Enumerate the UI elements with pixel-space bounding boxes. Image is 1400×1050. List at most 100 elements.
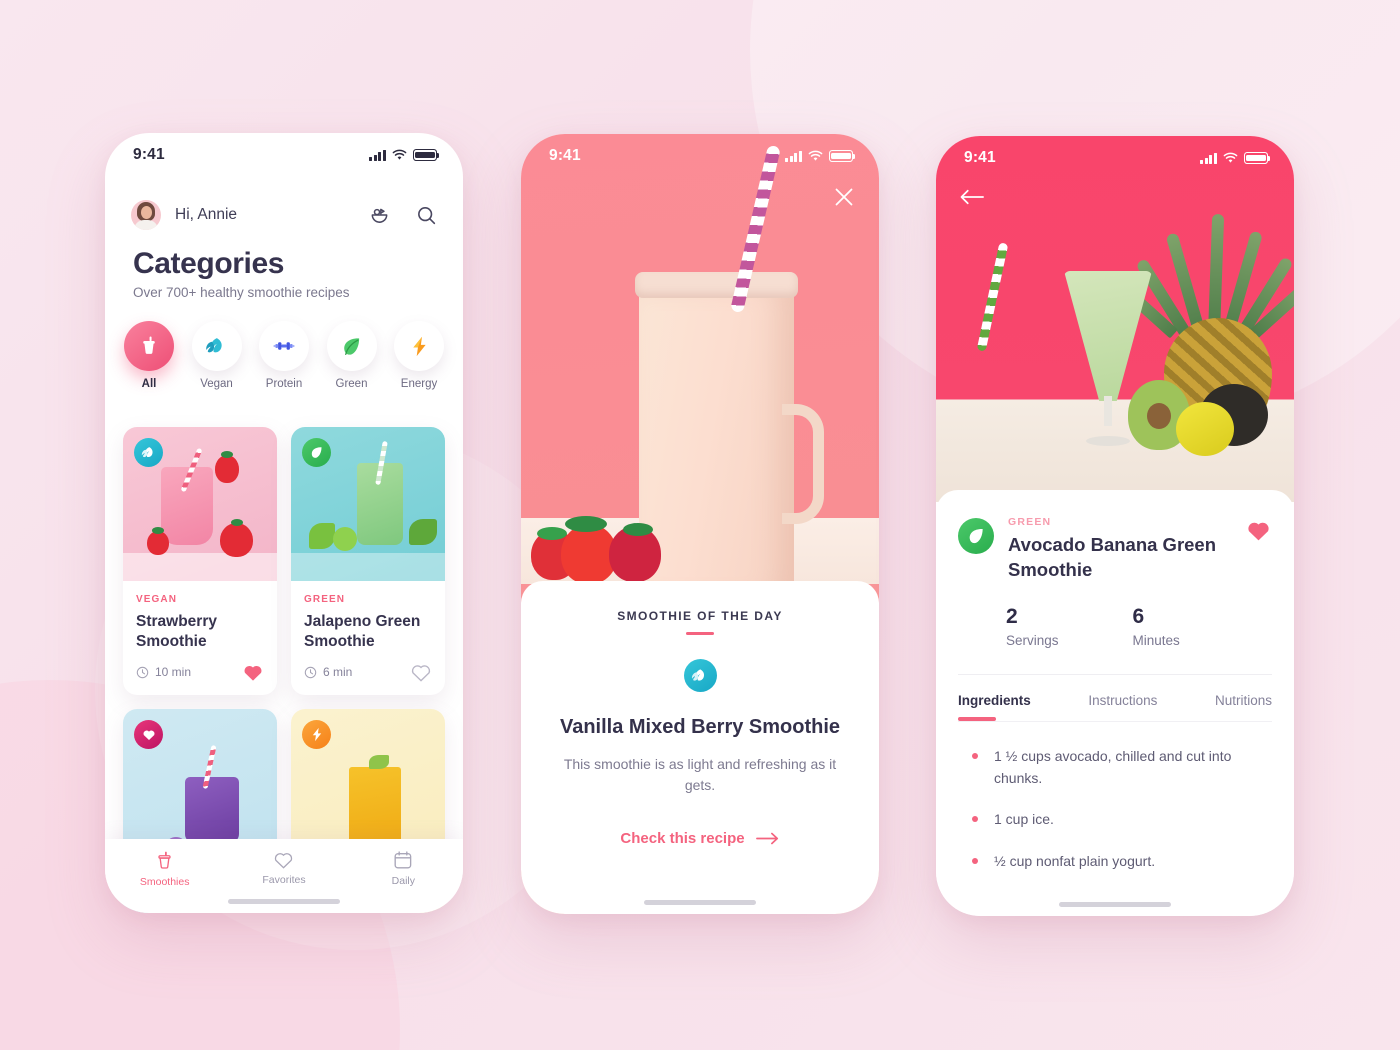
- meta-value: 2: [1006, 604, 1018, 628]
- battery-icon: [829, 150, 856, 162]
- close-icon: [835, 188, 853, 206]
- category-bubble: [191, 321, 242, 371]
- heart-outline-icon: [275, 853, 293, 869]
- phone-screen-smoothie-of-the-day: 9:41 SMOOTHIE OF THE DAY Vanilla Mixed B…: [521, 134, 879, 914]
- phone-screen-categories: 9:41 Hi, Annie Categories Over 700+ heal…: [105, 133, 463, 913]
- leaf-duo-icon: [206, 337, 222, 352]
- recipe-card[interactable]: GREEN Jalapeno Green Smoothie 6 min: [291, 427, 445, 695]
- close-button[interactable]: [833, 186, 855, 213]
- meta-label: Minutes: [1132, 632, 1180, 648]
- page-subtitle: Over 700+ healthy smoothie recipes: [133, 285, 350, 300]
- recipe-badge-icon: [302, 720, 331, 749]
- category-bubble: [259, 321, 309, 371]
- bullet-icon: [972, 858, 978, 864]
- home-indicator: [1059, 902, 1171, 907]
- cellular-signal-icon: [1200, 152, 1217, 164]
- smoothie-description: This smoothie is as light and refreshing…: [563, 756, 837, 793]
- recipe-meta: 2 Servings 6 Minutes: [958, 583, 1272, 648]
- category-bubble: [124, 321, 174, 371]
- list-item: 1 cup ice.: [972, 809, 1264, 831]
- category-item-vegan[interactable]: Vegan: [189, 321, 245, 390]
- clock-icon: [136, 666, 149, 678]
- wifi-icon: [1223, 152, 1238, 163]
- check-recipe-label: Check this recipe: [620, 830, 745, 847]
- tab-smoothies[interactable]: Smoothies: [105, 850, 224, 888]
- recipe-tag: GREEN: [1008, 516, 1052, 528]
- calendar-icon: [394, 851, 412, 869]
- recipe-name: Avocado Banana Green Smoothie: [1008, 534, 1217, 580]
- detail-tab-row: Ingredients Instructions Nutritions: [958, 673, 1272, 721]
- smoothie-title: Vanilla Mixed Berry Smoothie: [559, 716, 841, 738]
- lightning-bolt-icon: [412, 336, 426, 356]
- tab-daily[interactable]: Daily: [344, 850, 463, 887]
- arrow-right-icon: [755, 832, 778, 845]
- salad-bowl-icon[interactable]: [369, 205, 390, 226]
- active-tab-underline: [958, 717, 996, 721]
- category-label: Protein: [265, 378, 303, 390]
- cellular-signal-icon: [369, 149, 386, 161]
- list-item: ½ cup nonfat plain yogurt.: [972, 851, 1264, 873]
- tab-ingredients[interactable]: Ingredients: [958, 693, 1031, 708]
- pineapple-crown: [1120, 206, 1294, 339]
- lemon: [1176, 402, 1234, 456]
- greeting-text: Hi, Annie: [175, 206, 238, 223]
- clock-icon: [304, 666, 317, 678]
- category-filter-row: All Vegan Protein Green Energy: [105, 321, 463, 390]
- category-item-green[interactable]: Green: [324, 321, 380, 390]
- recipe-time: 10 min: [136, 665, 191, 679]
- category-label: Vegan: [200, 378, 233, 390]
- tab-instructions[interactable]: Instructions: [1088, 693, 1157, 708]
- recipe-name: Jalapeno Green Smoothie: [304, 613, 421, 650]
- tab-nutritions[interactable]: Nutritions: [1215, 693, 1272, 708]
- meta-label: Servings: [1006, 632, 1059, 648]
- home-indicator: [644, 900, 756, 905]
- category-label: Energy: [400, 378, 438, 390]
- heart-icon: [1248, 522, 1269, 541]
- recipe-badge-icon: [134, 720, 163, 749]
- tab-favorites[interactable]: Favorites: [224, 850, 343, 886]
- avatar[interactable]: [131, 200, 161, 230]
- back-arrow-icon: [960, 189, 984, 205]
- list-item: 1 ½ cups avocado, chilled and cut into c…: [972, 746, 1264, 789]
- battery-icon: [1244, 152, 1271, 164]
- smoothie-cup-icon: [158, 851, 171, 869]
- bullet-icon: [972, 816, 978, 823]
- recipe-badge-icon: [134, 438, 163, 467]
- recipe-image: [291, 427, 445, 581]
- leaf-icon: [344, 337, 360, 355]
- bullet-icon: [972, 752, 978, 759]
- dumbbell-icon: [273, 342, 295, 350]
- back-button[interactable]: [960, 188, 984, 211]
- category-item-protein[interactable]: Protein: [256, 321, 312, 390]
- search-icon[interactable]: [416, 205, 437, 226]
- meta-value: 6: [1132, 604, 1145, 628]
- ingredient-text: 1 ½ cups avocado, chilled and cut into c…: [994, 747, 1232, 786]
- eyebrow-underline: [686, 632, 714, 635]
- recipe-detail-sheet: GREEN Avocado Banana Green Smoothie 2 Se…: [936, 490, 1294, 916]
- recipe-card[interactable]: VEGAN Strawberry Smoothie 10 min: [123, 427, 277, 695]
- category-item-all[interactable]: All: [121, 321, 177, 390]
- status-time: 9:41: [133, 146, 165, 163]
- favorite-button[interactable]: [1245, 518, 1272, 547]
- sheet-eyebrow: SMOOTHIE OF THE DAY: [617, 609, 783, 623]
- phone-screen-recipe-detail: 9:41 GREEN Avocado Banana Green Smoothie…: [936, 136, 1294, 916]
- heart-outline-icon[interactable]: [410, 662, 432, 682]
- ingredients-list: 1 ½ cups avocado, chilled and cut into c…: [958, 722, 1272, 873]
- wifi-icon: [392, 149, 407, 160]
- category-item-energy[interactable]: Energy: [391, 321, 447, 390]
- status-time: 9:41: [549, 147, 581, 164]
- status-bar: 9:41: [105, 133, 463, 177]
- status-time: 9:41: [964, 149, 996, 166]
- recipe-tag: GREEN: [304, 594, 346, 605]
- status-bar: 9:41: [936, 136, 1294, 180]
- smoothie-cup-icon: [143, 336, 155, 354]
- hero-image: [936, 136, 1294, 502]
- ingredient-text: ½ cup nonfat plain yogurt.: [994, 853, 1156, 869]
- category-label: Green: [335, 378, 368, 390]
- greeting-block[interactable]: Hi, Annie: [131, 200, 237, 230]
- page-title: Categories: [133, 247, 285, 280]
- heart-icon[interactable]: [242, 662, 264, 682]
- recipe-name: Strawberry Smoothie: [136, 613, 217, 650]
- check-recipe-link[interactable]: Check this recipe: [555, 830, 845, 847]
- category-bubble: [394, 321, 444, 371]
